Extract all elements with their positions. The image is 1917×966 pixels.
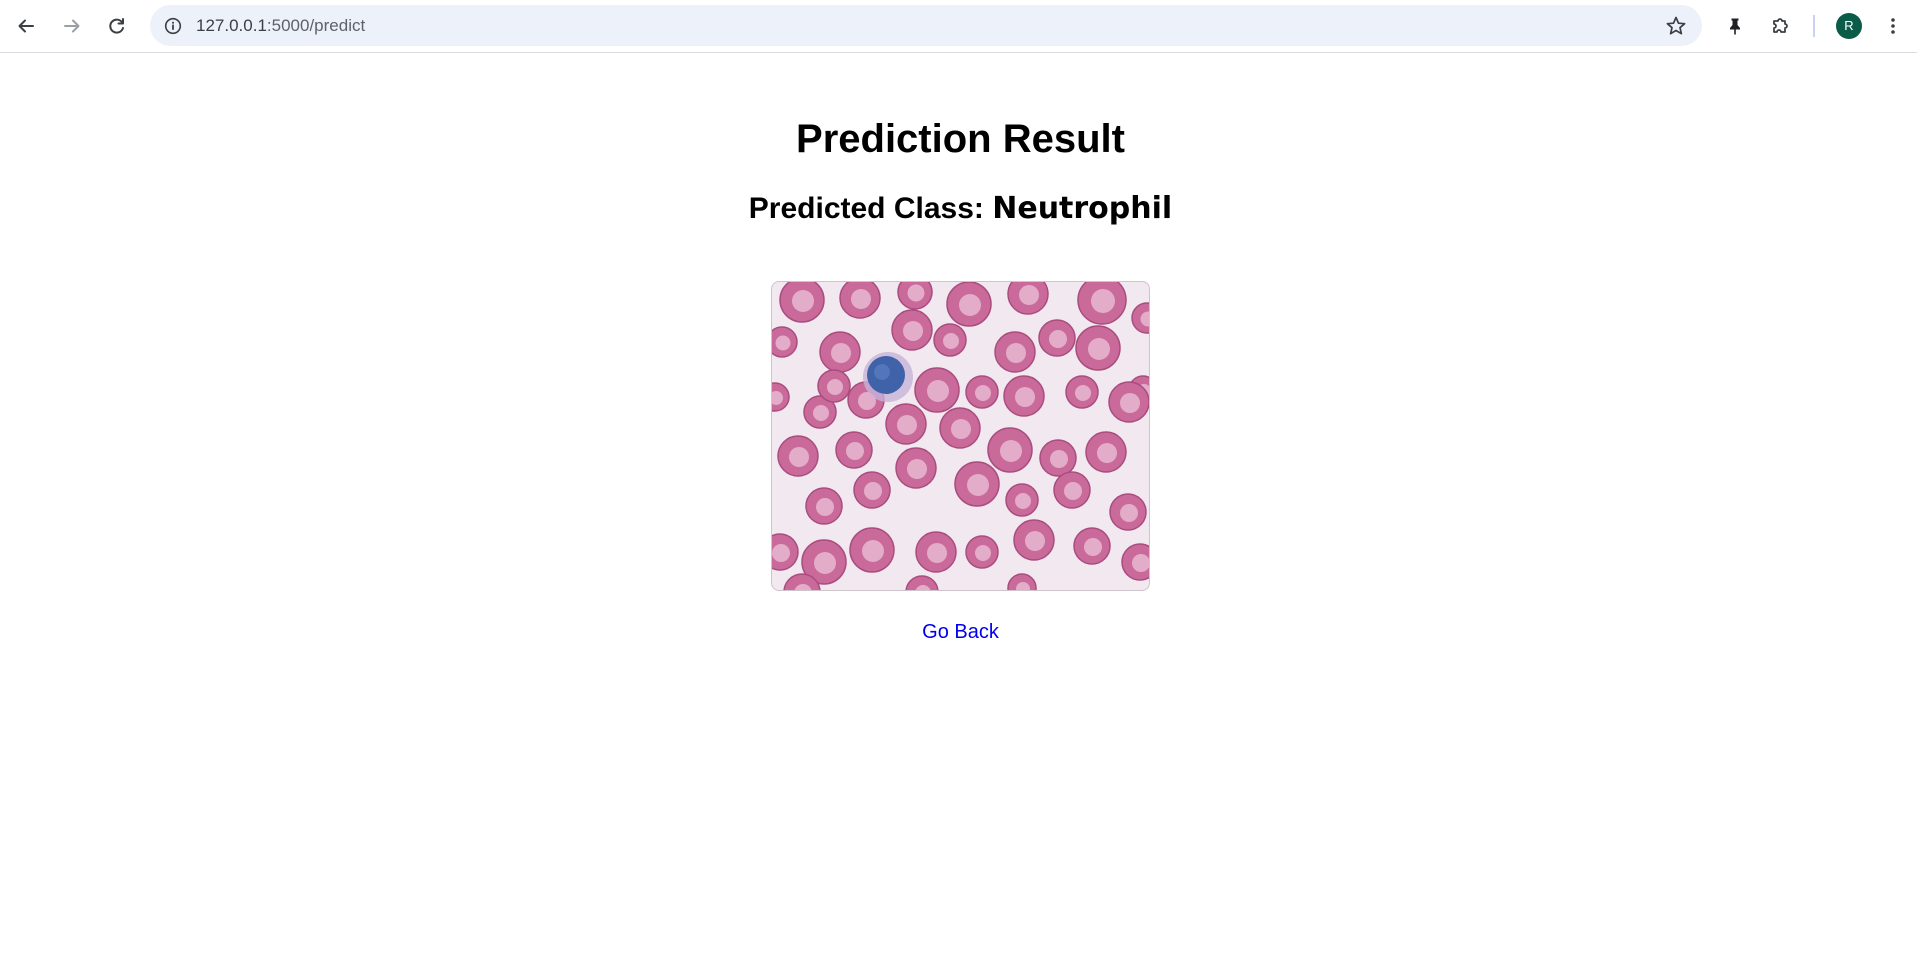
uploaded-blood-smear-image (771, 281, 1150, 591)
red-blood-cell (1108, 381, 1149, 423)
white-blood-cell (863, 352, 913, 402)
reload-button[interactable] (100, 9, 134, 43)
extensions-button[interactable] (1764, 9, 1798, 43)
arrow-left-icon (18, 19, 34, 33)
red-blood-cell (1077, 282, 1127, 325)
url-path: :5000/predict (266, 16, 366, 35)
back-button[interactable] (9, 9, 43, 43)
predicted-class-value: Neutrophil (992, 191, 1173, 226)
red-blood-cell (914, 367, 960, 413)
red-blood-cell (772, 326, 798, 358)
red-blood-cell (954, 461, 1000, 507)
pin-icon (1730, 18, 1740, 35)
red-blood-cell (895, 447, 937, 489)
red-blood-cell (885, 403, 927, 445)
red-blood-cell (817, 369, 851, 403)
predicted-class-label: Predicted Class: (748, 192, 993, 225)
address-bar[interactable]: 127.0.0.1:5000/predict (150, 5, 1702, 46)
puzzle-icon (1773, 18, 1788, 33)
red-blood-cell (965, 535, 999, 569)
site-info-button[interactable] (162, 15, 184, 37)
red-blood-cell (891, 309, 933, 351)
predicted-class: Predicted Class: Neutrophil (0, 191, 1917, 227)
red-blood-cell (1007, 573, 1037, 590)
red-blood-cell (939, 407, 981, 449)
red-blood-cell (1003, 375, 1045, 417)
kebab-menu-icon (1891, 18, 1895, 34)
red-blood-cell (915, 531, 957, 573)
star-icon (1666, 16, 1686, 35)
forward-button[interactable] (55, 9, 89, 43)
red-blood-cell (1073, 527, 1111, 565)
red-blood-cell (777, 435, 819, 477)
red-blood-cell (1053, 471, 1091, 509)
red-blood-cell (1065, 375, 1099, 409)
red-blood-cell (905, 575, 939, 590)
red-blood-cell (897, 282, 933, 310)
bookmark-button[interactable] (1664, 14, 1688, 38)
browser-toolbar: 127.0.0.1:5000/predict R (0, 0, 1917, 53)
red-blood-cell (835, 431, 873, 469)
red-blood-cell (1075, 325, 1121, 371)
red-blood-cell (1038, 319, 1076, 357)
pin-button[interactable] (1718, 9, 1752, 43)
red-blood-cell (853, 471, 891, 509)
red-blood-cell (946, 282, 992, 327)
url-host: 127.0.0.1 (196, 16, 267, 35)
page-content: Prediction Result Predicted Class: Neutr… (0, 54, 1917, 966)
info-icon (164, 17, 182, 35)
profile-avatar[interactable]: R (1836, 13, 1862, 39)
red-blood-cell (1007, 282, 1049, 315)
red-blood-cell (965, 375, 999, 409)
red-blood-cell (839, 282, 881, 319)
red-blood-cell (779, 282, 825, 323)
red-blood-cell (1005, 483, 1039, 517)
red-blood-cell (805, 487, 843, 525)
red-blood-cell (1131, 302, 1149, 334)
red-blood-cell (1013, 519, 1055, 561)
red-blood-cell (987, 427, 1033, 473)
red-blood-cell (1039, 439, 1077, 477)
browser-menu-button[interactable] (1876, 9, 1910, 43)
arrow-right-icon (64, 19, 80, 33)
toolbar-divider (1813, 15, 1815, 37)
red-blood-cell (1109, 493, 1147, 531)
red-blood-cell (1121, 543, 1149, 581)
go-back-link[interactable]: Go Back (0, 620, 1917, 644)
red-blood-cell (819, 331, 861, 373)
red-blood-cell (1085, 431, 1127, 473)
red-blood-cell (994, 331, 1036, 373)
blood-smear-illustration (772, 282, 1149, 590)
red-blood-cell (849, 527, 895, 573)
reload-icon (109, 18, 124, 34)
red-blood-cell (772, 382, 790, 412)
red-blood-cell (772, 533, 799, 571)
page-title: Prediction Result (796, 117, 1125, 161)
url-text[interactable]: 127.0.0.1:5000/predict (196, 5, 365, 46)
red-blood-cell (933, 323, 967, 357)
